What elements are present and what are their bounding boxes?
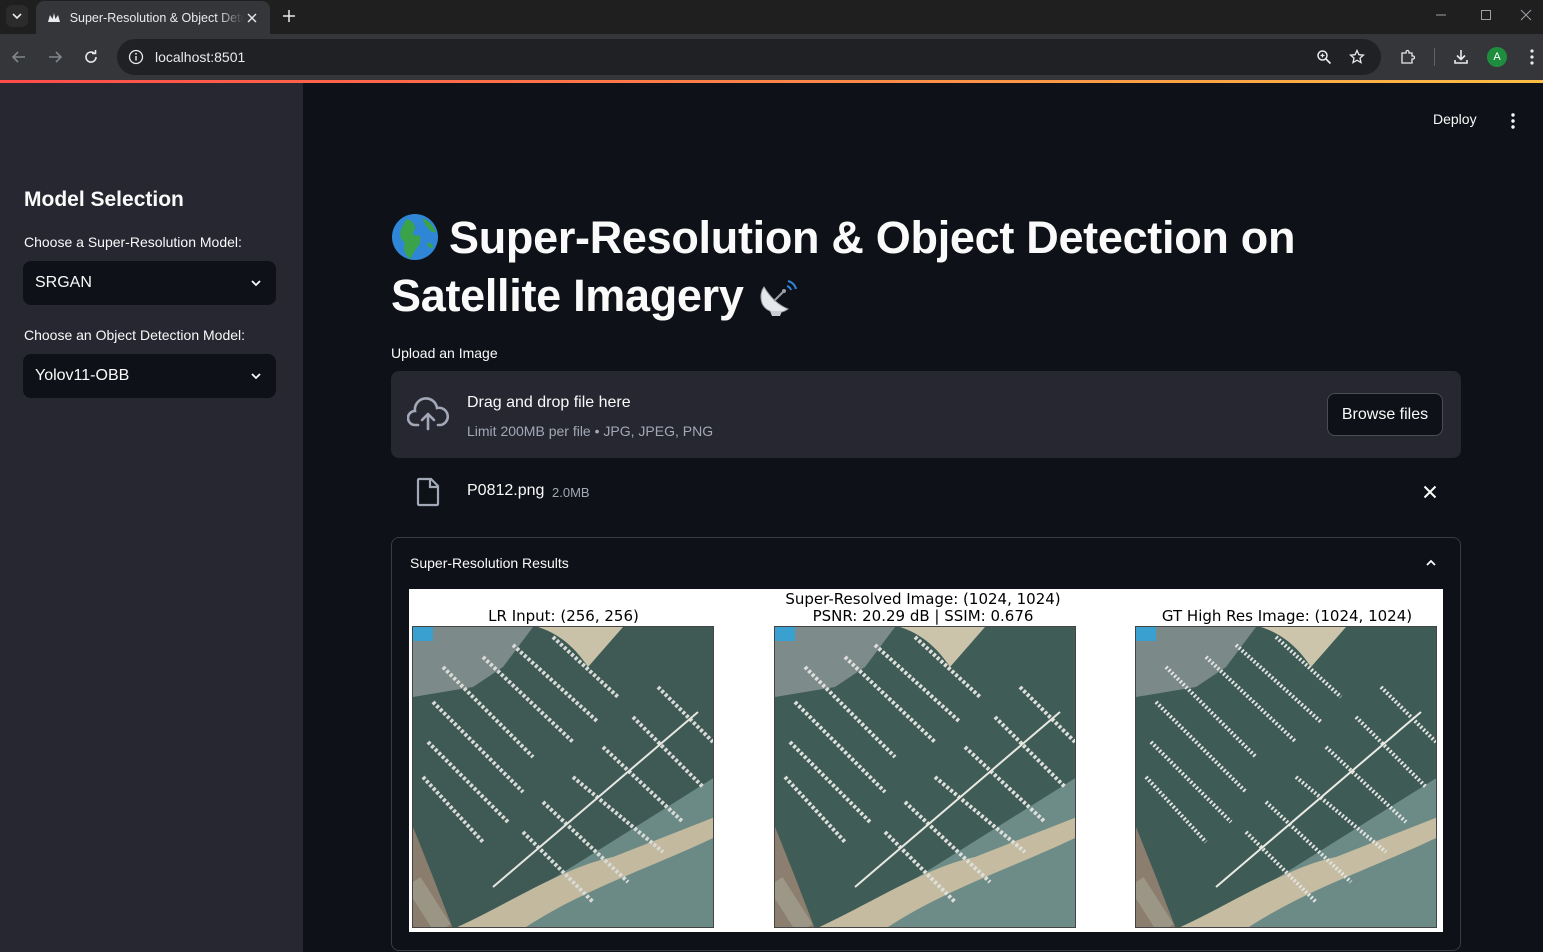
chevron-down-icon [12, 13, 22, 20]
od-model-value: Yolov11-OBB [35, 367, 130, 384]
uploaded-file-name: P0812.png [467, 482, 545, 499]
browser-menu-button[interactable] [1522, 46, 1542, 68]
sr-model-value: SRGAN [35, 274, 92, 291]
title-line1: Super-Resolution & Object Detection on [449, 212, 1296, 263]
sr-model-label: Choose a Super-Resolution Model: [24, 234, 242, 250]
bookmark-star-icon[interactable] [1348, 48, 1366, 66]
browser-tab[interactable]: Super-Resolution & Object Detection on S… [36, 1, 270, 34]
back-button[interactable] [7, 45, 31, 69]
sr-model-select[interactable]: SRGAN [23, 261, 276, 305]
address-bar[interactable]: localhost:8501 [117, 39, 1381, 75]
satellite-dish-icon [760, 280, 797, 316]
app-menu-button[interactable] [1503, 110, 1523, 132]
browser-tabbar: Super-Resolution & Object Detection on S… [0, 0, 1543, 34]
sidebar-heading: Model Selection [24, 188, 184, 211]
toolbar-separator [1434, 48, 1435, 66]
chevron-down-icon [248, 368, 264, 384]
reload-button[interactable] [79, 45, 103, 69]
close-icon [1520, 9, 1531, 21]
file-dropzone[interactable]: Drag and drop file here Limit 200MB per … [391, 371, 1461, 458]
browser-toolbar: localhost:8501 A [0, 34, 1543, 80]
globe-icon [392, 214, 438, 260]
close-window-button[interactable] [1508, 0, 1543, 30]
browse-files-button[interactable]: Browse files [1327, 393, 1443, 436]
results-figure: LR Input: (256, 256) Super-Resolved Imag… [409, 589, 1443, 932]
sr-caption-line1: Super-Resolved Image: (1024, 1024) [785, 590, 1061, 608]
page-title: Super-Resolution & Object Detection on Sa… [391, 209, 1391, 325]
dropzone-instructions: Drag and drop file here [467, 394, 631, 411]
minimize-button[interactable] [1418, 0, 1464, 30]
kebab-menu-icon [1530, 49, 1534, 65]
url-text: localhost:8501 [155, 49, 246, 65]
od-model-label: Choose an Object Detection Model: [24, 327, 246, 343]
download-icon [1454, 50, 1468, 64]
uploaded-file: P0812.png 2.0MB [391, 473, 1461, 513]
kebab-menu-icon [1511, 113, 1515, 129]
cloud-upload-icon [407, 397, 449, 431]
new-tab-button[interactable] [278, 5, 300, 27]
sr-results-expander: Super-Resolution Results LR Input: (256,… [391, 537, 1461, 951]
close-icon [1423, 485, 1437, 499]
tab-title: Super-Resolution & Object Detection on S… [69, 10, 245, 25]
tab-search-button[interactable] [6, 5, 28, 27]
file-icon [416, 477, 440, 507]
upload-label: Upload an Image [391, 345, 498, 361]
gt-caption: GT High Res Image: (1024, 1024) [1161, 607, 1413, 625]
minimize-icon [1436, 14, 1446, 16]
avatar: A [1487, 47, 1507, 67]
lr-input-image [412, 626, 714, 928]
arrow-left-icon [11, 51, 25, 63]
uploaded-file-size: 2.0MB [552, 485, 590, 500]
od-model-select[interactable]: Yolov11-OBB [23, 354, 276, 398]
title-line2: Satellite Imagery [391, 270, 744, 321]
plus-icon [283, 10, 295, 22]
main-content: Deploy Super-Resolution & Object Detecti… [303, 83, 1543, 952]
maximize-button[interactable] [1463, 0, 1509, 30]
chevron-up-icon[interactable] [1422, 554, 1440, 572]
sr-caption-line2: PSNR: 20.29 dB | SSIM: 0.676 [812, 607, 1034, 625]
site-info-icon[interactable] [127, 48, 145, 66]
chevron-down-icon [248, 275, 264, 291]
remove-file-button[interactable] [1421, 483, 1439, 501]
expander-title[interactable]: Super-Resolution Results [410, 555, 569, 571]
maximize-icon [1481, 10, 1491, 20]
arrow-right-icon [49, 51, 63, 63]
close-tab-icon[interactable] [244, 10, 260, 26]
ground-truth-image [1135, 626, 1437, 928]
extensions-button[interactable] [1397, 46, 1419, 68]
reload-icon [85, 50, 97, 63]
sidebar: Model Selection Choose a Super-Resolutio… [0, 83, 303, 952]
puzzle-icon [1401, 49, 1416, 64]
dropzone-limit: Limit 200MB per file • JPG, JPEG, PNG [467, 423, 714, 439]
forward-button[interactable] [43, 45, 67, 69]
deploy-button[interactable]: Deploy [1433, 111, 1477, 127]
streamlit-favicon-icon [46, 10, 62, 26]
zoom-icon[interactable] [1315, 48, 1333, 66]
profile-button[interactable]: A [1486, 46, 1508, 68]
lr-caption: LR Input: (256, 256) [488, 607, 639, 625]
super-resolved-image [774, 626, 1076, 928]
downloads-button[interactable] [1450, 46, 1472, 68]
